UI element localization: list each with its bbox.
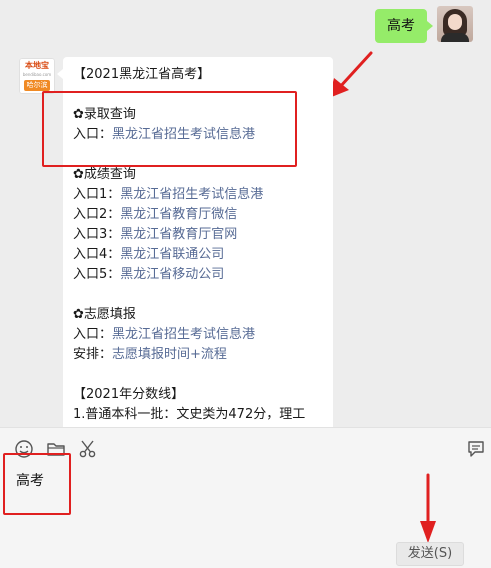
score-entry-1-link[interactable]: 黑龙江省招生考试信息港 xyxy=(120,187,263,202)
outgoing-message-bubble[interactable]: 高考 xyxy=(375,9,433,43)
application-schedule-label: 安排： xyxy=(73,347,113,362)
sender-avatar-brand: 本地宝 xyxy=(25,61,49,70)
input-highlight-box xyxy=(3,453,71,515)
score-entry-3-link[interactable]: 黑龙江省教育厅官网 xyxy=(120,227,237,242)
score-entry-4-label: 入口4： xyxy=(73,247,121,262)
score-entry-1-label: 入口1： xyxy=(73,187,121,202)
message-input-area[interactable]: 高考 发送(S) xyxy=(0,427,491,568)
score-entry-5: 入口5：黑龙江省移动公司 xyxy=(73,265,323,285)
score-entry-1: 入口1：黑龙江省招生考试信息港 xyxy=(73,185,323,205)
score-entry-4-link[interactable]: 黑龙江省联通公司 xyxy=(120,247,224,262)
sender-avatar-domain: bendibao.com xyxy=(22,72,52,77)
score-entry-2-label: 入口2： xyxy=(73,207,121,222)
cutoff-heading: 【2021年分数线】 xyxy=(73,387,185,402)
sender-avatar-city: 哈尔滨 xyxy=(24,80,50,91)
score-entry-5-label: 入口5： xyxy=(73,267,121,282)
scissors-icon[interactable] xyxy=(78,439,98,459)
scores-heading: ✿成绩查询 xyxy=(73,167,136,182)
red-arrow-down-icon xyxy=(420,473,436,543)
outgoing-message-row: 高考 xyxy=(375,6,473,43)
admission-highlight-box xyxy=(42,91,297,167)
score-entry-3-label: 入口3： xyxy=(73,227,121,242)
chat-history-icon[interactable] xyxy=(466,439,486,459)
application-schedule-link[interactable]: 志愿填报时间+流程 xyxy=(112,347,227,362)
application-entry-link[interactable]: 黑龙江省招生考试信息港 xyxy=(112,327,255,342)
cutoff-line-1: 1.普通本科一批：文史类为472分，理工 xyxy=(73,407,306,422)
application-entry-label: 入口： xyxy=(73,327,113,342)
application-heading: ✿志愿填报 xyxy=(73,307,136,322)
sender-avatar[interactable]: 本地宝 bendibao.com 哈尔滨 xyxy=(19,58,55,94)
application-schedule: 安排：志愿填报时间+流程 xyxy=(73,345,323,365)
application-entry: 入口：黑龙江省招生考试信息港 xyxy=(73,325,323,345)
avatar-shirt xyxy=(441,33,469,42)
score-entry-2-link[interactable]: 黑龙江省教育厅微信 xyxy=(120,207,237,222)
avatar-face xyxy=(448,14,462,30)
score-entry-4: 入口4：黑龙江省联通公司 xyxy=(73,245,323,265)
score-entry-2: 入口2：黑龙江省教育厅微信 xyxy=(73,205,323,225)
message-title: 【2021黑龙江省高考】 xyxy=(73,67,211,82)
chat-history: 高考 本地宝 bendibao.com 哈尔滨 【2021黑龙江省高考】 ✿录取… xyxy=(0,0,491,427)
send-button[interactable]: 发送(S) xyxy=(396,542,464,566)
my-avatar[interactable] xyxy=(437,6,473,42)
score-entry-5-link[interactable]: 黑龙江省移动公司 xyxy=(120,267,224,282)
score-entry-3: 入口3：黑龙江省教育厅官网 xyxy=(73,225,323,245)
